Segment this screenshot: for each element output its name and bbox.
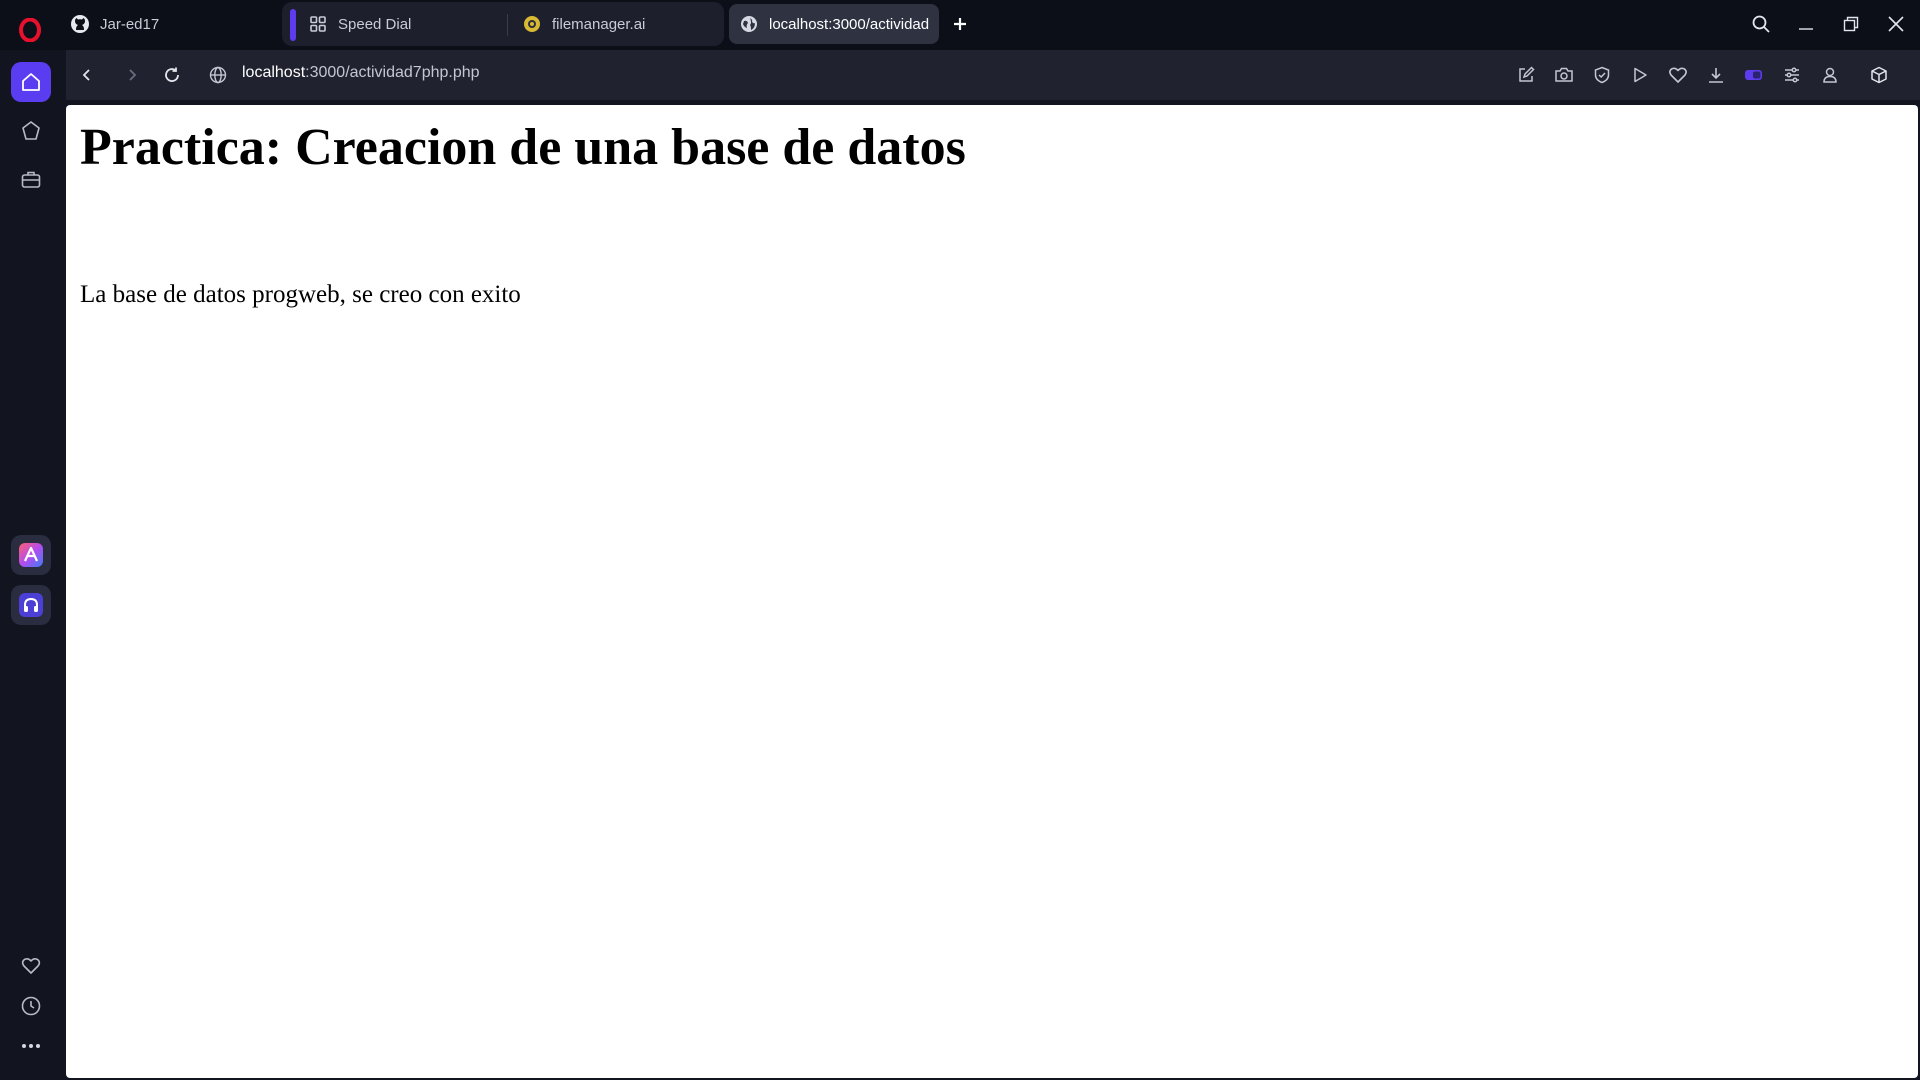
back-icon[interactable]	[73, 61, 101, 89]
url-field[interactable]: localhost:3000/actividad7php.php	[242, 64, 480, 82]
my-flow-heart-icon[interactable]	[1664, 61, 1692, 89]
profile-icon[interactable]	[1816, 61, 1844, 89]
new-tab-plus-icon[interactable]	[948, 12, 972, 36]
tab-localhost[interactable]: localhost:3000/actividad7php.php	[729, 4, 939, 44]
battery-saver-icon[interactable]	[1740, 61, 1768, 89]
minimize-icon[interactable]	[1790, 10, 1822, 38]
web-page-content: Practica: Creacion de una base de datos …	[66, 105, 1918, 1078]
close-icon[interactable]	[1880, 10, 1912, 38]
aria-ai-icon[interactable]	[11, 535, 51, 575]
downloads-icon[interactable]	[1702, 61, 1730, 89]
extensions-cube-icon[interactable]	[1865, 61, 1893, 89]
address-toolbar: localhost:3000/actividad7php.php	[66, 50, 1920, 100]
tab-speed-dial[interactable]: Speed Dial	[298, 4, 498, 44]
page-heading: Practica: Creacion de una base de datos	[80, 119, 966, 176]
edit-icon[interactable]	[1512, 61, 1540, 89]
filemanager-icon	[522, 14, 542, 34]
success-message: La base de datos progweb, se creo con ex…	[80, 281, 521, 308]
search-tabs-icon[interactable]	[1745, 10, 1777, 38]
url-path: :3000/actividad7php.php	[305, 64, 480, 81]
tab-filemanager[interactable]: filemanager.ai	[512, 4, 712, 44]
speed-dial-icon	[308, 14, 328, 34]
forward-icon[interactable]	[118, 61, 146, 89]
favorites-heart-icon[interactable]	[11, 946, 51, 986]
restore-icon[interactable]	[1835, 10, 1867, 38]
site-info-globe-icon[interactable]	[204, 61, 232, 89]
globe-icon	[739, 14, 759, 34]
tab-label: Jar-ed17	[100, 15, 160, 33]
reload-icon[interactable]	[158, 61, 186, 89]
pinboards-icon[interactable]	[11, 111, 51, 151]
snapshot-camera-icon[interactable]	[1550, 61, 1578, 89]
tab-group-indicator[interactable]	[290, 9, 296, 41]
adblock-shield-icon[interactable]	[1588, 61, 1616, 89]
more-options-icon[interactable]	[11, 1026, 51, 1066]
history-clock-icon[interactable]	[11, 986, 51, 1026]
tab-label: filemanager.ai	[552, 15, 646, 33]
title-bar: Jar-ed17 Speed Dial filemanager.ai local…	[0, 0, 1920, 50]
opera-logo-icon[interactable]	[14, 14, 46, 46]
workspaces-icon[interactable]	[11, 160, 51, 200]
github-icon	[70, 14, 90, 34]
tab-github[interactable]: Jar-ed17	[60, 4, 270, 44]
music-player-icon[interactable]	[11, 585, 51, 625]
tab-separator	[507, 14, 508, 36]
sidebar	[0, 50, 62, 1080]
tab-label: localhost:3000/actividad7php.php	[769, 15, 929, 33]
home-icon[interactable]	[11, 62, 51, 102]
tab-label: Speed Dial	[338, 15, 412, 33]
url-host: localhost	[242, 64, 306, 81]
easy-setup-icon[interactable]	[1778, 61, 1806, 89]
player-play-icon[interactable]	[1626, 61, 1654, 89]
